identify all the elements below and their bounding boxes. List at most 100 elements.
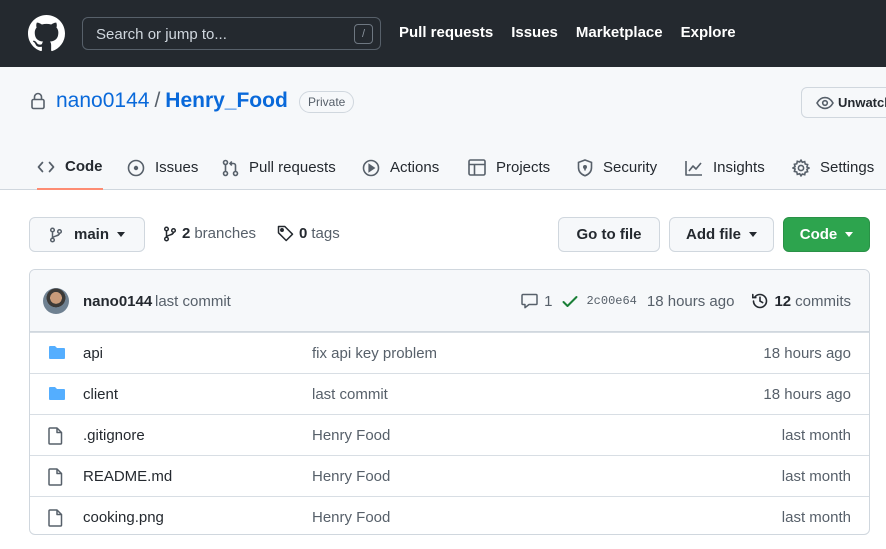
nav-issues[interactable]: Issues <box>511 24 558 41</box>
lock-icon <box>31 92 45 110</box>
file-icon <box>48 427 63 445</box>
file-date: last month <box>781 468 851 485</box>
table-icon <box>468 159 486 176</box>
file-name[interactable]: .gitignore <box>83 427 145 444</box>
tab-settings[interactable]: Settings <box>792 145 874 190</box>
tab-label: Pull requests <box>249 159 336 176</box>
commit-author[interactable]: nano0144 <box>83 293 152 310</box>
file-commit-message[interactable]: last commit <box>312 386 388 403</box>
tab-label: Insights <box>713 159 765 176</box>
tab-label: Code <box>65 158 103 175</box>
file-name[interactable]: README.md <box>83 468 172 485</box>
branch-select-button[interactable]: main <box>29 217 145 252</box>
branches-count: 2 <box>182 225 191 242</box>
eye-icon <box>816 96 834 109</box>
file-commit-message[interactable]: Henry Food <box>312 468 390 485</box>
file-row[interactable]: cooking.png Henry Food last month <box>30 496 869 534</box>
file-commit-message[interactable]: Henry Food <box>312 427 390 444</box>
tab-label: Projects <box>496 159 551 176</box>
file-icon <box>48 509 63 527</box>
chevron-down-icon <box>749 232 757 237</box>
tags-label: tags <box>311 225 340 242</box>
issue-icon <box>127 159 145 176</box>
file-date: 18 hours ago <box>763 386 851 403</box>
file-date: last month <box>781 509 851 526</box>
commit-meta: 1 2c00e64 18 hours ago 12 commits <box>521 292 851 310</box>
pull-request-icon <box>222 159 239 176</box>
commit-time: 18 hours ago <box>646 292 735 310</box>
file-name[interactable]: api <box>83 345 103 362</box>
repo-tabs: Code Issues Pull requests Actions Projec… <box>0 145 886 190</box>
shield-icon <box>577 158 593 177</box>
code-button-label: Code <box>799 226 838 243</box>
file-date: 18 hours ago <box>763 345 851 362</box>
unwatch-button[interactable]: Unwatch <box>801 87 886 118</box>
file-name[interactable]: cooking.png <box>83 509 164 526</box>
branch-name: main <box>74 226 110 243</box>
chevron-down-icon <box>117 232 126 237</box>
tags-link[interactable]: 0 tags <box>277 225 340 242</box>
file-row[interactable]: api fix api key problem 18 hours ago <box>30 332 869 373</box>
file-date: last month <box>781 427 851 444</box>
file-commit-message[interactable]: Henry Food <box>312 509 390 526</box>
tab-insights[interactable]: Insights <box>685 145 765 190</box>
latest-commit-bar: nano0144 last commit 1 2c00e64 18 hours … <box>30 270 869 332</box>
github-logo-icon[interactable] <box>28 15 65 52</box>
commits-label[interactable]: commits <box>795 293 851 310</box>
tab-actions[interactable]: Actions <box>362 145 439 190</box>
tab-code[interactable]: Code <box>37 145 103 190</box>
file-name[interactable]: client <box>83 386 118 403</box>
file-commit-message[interactable]: fix api key problem <box>312 345 437 362</box>
tag-icon <box>277 225 294 242</box>
branches-label: branches <box>194 225 257 242</box>
nav-pull-requests[interactable]: Pull requests <box>399 24 493 41</box>
history-icon[interactable] <box>751 292 769 310</box>
commits-count[interactable]: 12 <box>774 293 791 310</box>
file-row[interactable]: client last commit 18 hours ago <box>30 373 869 414</box>
go-to-file-button[interactable]: Go to file <box>558 217 660 252</box>
tab-security[interactable]: Security <box>577 145 657 190</box>
file-listing: nano0144 last commit 1 2c00e64 18 hours … <box>29 269 870 535</box>
add-file-button[interactable]: Add file <box>669 217 774 252</box>
tab-pull-requests[interactable]: Pull requests <box>222 145 336 190</box>
code-button[interactable]: Code <box>783 217 870 252</box>
global-nav: Pull requests Issues Marketplace Explore <box>399 24 736 41</box>
repo-header: nano0144 / Henry_Food Private Unwatch Co… <box>0 67 886 190</box>
nav-explore[interactable]: Explore <box>681 24 736 41</box>
file-icon <box>48 468 63 486</box>
nav-marketplace[interactable]: Marketplace <box>576 24 663 41</box>
breadcrumb: nano0144 / Henry_Food <box>56 89 288 113</box>
go-to-file-label: Go to file <box>576 226 642 243</box>
tab-label: Settings <box>820 159 875 176</box>
tab-issues[interactable]: Issues <box>127 145 198 190</box>
tab-label: Issues <box>155 159 199 176</box>
gear-icon <box>792 158 810 177</box>
graph-icon <box>685 160 702 176</box>
avatar[interactable] <box>43 288 69 314</box>
visibility-badge: Private <box>299 91 355 113</box>
folder-icon <box>49 387 65 400</box>
search-shortcut-key: / <box>354 24 373 44</box>
branch-icon <box>163 225 177 242</box>
comment-count[interactable]: 1 <box>544 293 552 310</box>
play-icon <box>362 159 380 176</box>
tab-projects[interactable]: Projects <box>468 145 550 190</box>
repo-owner-link[interactable]: nano0144 <box>56 89 149 113</box>
folder-icon <box>49 346 65 359</box>
comment-icon[interactable] <box>521 293 538 309</box>
global-header: Search or jump to... / Pull requests Iss… <box>0 0 886 67</box>
search-placeholder: Search or jump to... <box>96 26 227 43</box>
search-input[interactable]: Search or jump to... / <box>82 17 381 50</box>
tags-count: 0 <box>299 225 308 242</box>
chevron-down-icon <box>845 232 854 237</box>
check-icon[interactable] <box>562 295 578 308</box>
commit-message[interactable]: last commit <box>155 293 231 310</box>
unwatch-label: Unwatch <box>838 95 886 110</box>
file-row[interactable]: README.md Henry Food last month <box>30 455 869 496</box>
breadcrumb-separator: / <box>154 89 161 112</box>
branches-link[interactable]: 2 branches <box>163 225 256 242</box>
commit-sha[interactable]: 2c00e64 <box>586 294 636 308</box>
repo-name-link[interactable]: Henry_Food <box>165 89 288 113</box>
file-row[interactable]: .gitignore Henry Food last month <box>30 414 869 455</box>
tab-label: Security <box>603 159 658 176</box>
